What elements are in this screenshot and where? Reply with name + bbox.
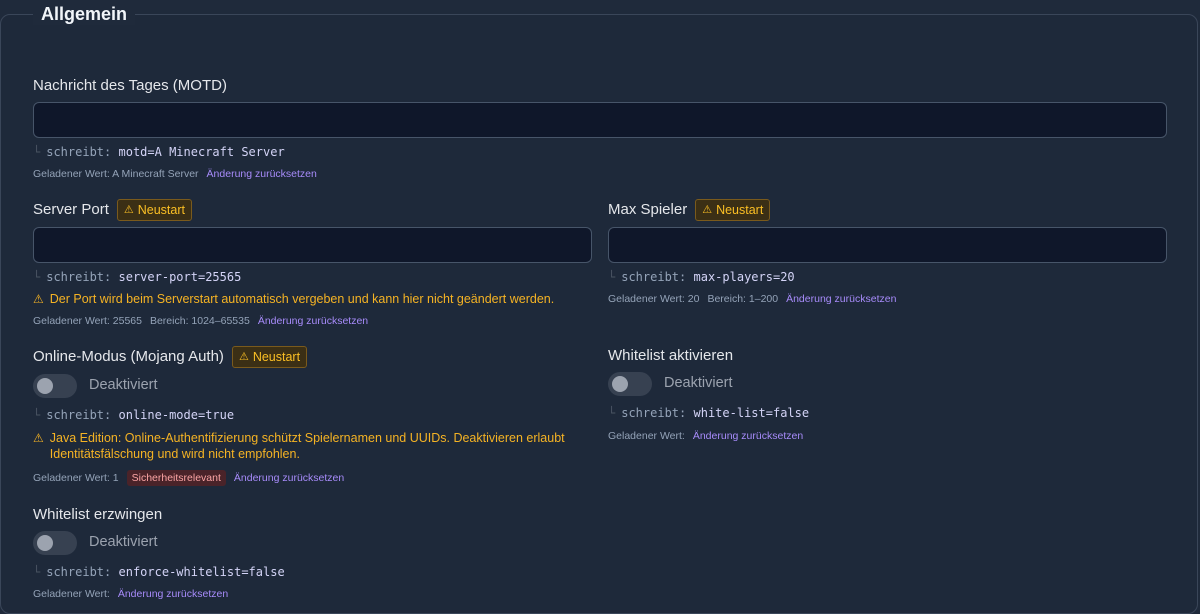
max-players-label: Max Spieler ⚠ Neustart [608, 199, 771, 221]
writes-prefix: schreibt: [621, 406, 687, 420]
enforce-whitelist-meta: Geladener Wert: Änderung zurücksetzen [33, 588, 228, 600]
online-mode-writes: └ schreibt: online-mode=true [33, 408, 235, 422]
enforce-whitelist-toggle[interactable] [33, 531, 77, 555]
range-value: Bereich: 1024–65535 [149, 315, 250, 327]
security-badge: Sicherheitsrelevant [126, 470, 226, 486]
server-port-label: Server Port ⚠ Neustart [33, 199, 192, 221]
enforce-whitelist-writes: └ schreibt: enforce-whitelist=false [33, 565, 285, 579]
whitelist-meta: Geladener Wert: Änderung zurücksetzen [608, 430, 803, 442]
writes-key: enforce-whitelist=false [118, 565, 285, 579]
warning-text: Der Port wird beim Serverstart automatis… [49, 292, 555, 306]
online-mode-label-text: Online-Modus (Mojang Auth) [33, 348, 224, 365]
warning-icon: ⚠ [123, 204, 134, 216]
online-mode-toggle[interactable] [33, 374, 77, 398]
toggle-knob [37, 535, 53, 551]
server-port-input[interactable] [33, 227, 592, 263]
enforce-whitelist-label-text: Whitelist erzwingen [33, 506, 163, 523]
loaded-value: Geladener Wert: [33, 588, 110, 600]
reset-change-link[interactable]: Änderung zurücksetzen [786, 293, 896, 305]
motd-input[interactable] [33, 102, 1167, 138]
max-players-writes: └ schreibt: max-players=20 [608, 270, 795, 284]
max-players-input[interactable] [608, 227, 1167, 263]
online-mode-label: Online-Modus (Mojang Auth) ⚠ Neustart [33, 346, 308, 368]
reset-change-link[interactable]: Änderung zurücksetzen [118, 588, 228, 600]
writes-key: max-players=20 [693, 270, 795, 284]
online-mode-warning: ⚠ Java Edition: Online-Authentifizierung… [33, 430, 593, 462]
motd-writes: └ schreibt: motd=A Minecraft Server [33, 145, 285, 159]
warning-icon: ⚠ [702, 204, 713, 216]
writes-prefix: schreibt: [46, 145, 112, 159]
server-port-warning: ⚠ Der Port wird beim Serverstart automat… [33, 291, 593, 307]
loaded-value: Geladener Wert: 1 [33, 472, 119, 484]
reset-change-link[interactable]: Änderung zurücksetzen [258, 315, 368, 327]
loaded-value: Geladener Wert: 20 [608, 293, 700, 305]
whitelist-writes: └ schreibt: white-list=false [608, 406, 810, 420]
whitelist-label: Whitelist aktivieren [608, 346, 733, 366]
server-port-label-text: Server Port [33, 201, 109, 218]
writes-prefix: schreibt: [46, 270, 112, 284]
toggle-knob [612, 376, 628, 392]
writes-prefix: schreibt: [46, 408, 112, 422]
reset-change-link[interactable]: Änderung zurücksetzen [207, 168, 317, 180]
max-players-meta: Geladener Wert: 20 Bereich: 1–200 Änderu… [608, 293, 896, 305]
writes-key: server-port=25565 [118, 270, 242, 284]
motd-label: Nachricht des Tages (MOTD) [33, 76, 227, 96]
restart-badge-text: Neustart [716, 203, 764, 217]
warning-icon: ⚠ [238, 351, 249, 363]
writes-key: online-mode=true [118, 408, 235, 422]
enforce-whitelist-label: Whitelist erzwingen [33, 505, 162, 525]
warning-icon: ⚠ [33, 292, 44, 306]
restart-badge: ⚠ Neustart [231, 346, 308, 368]
writes-key: white-list=false [693, 406, 810, 420]
writes-prefix: schreibt: [621, 270, 687, 284]
server-port-meta: Geladener Wert: 25565 Bereich: 1024–6553… [33, 315, 368, 327]
motd-meta: Geladener Wert: A Minecraft Server Änder… [33, 168, 317, 180]
loaded-value: Geladener Wert: [608, 430, 685, 442]
restart-badge: ⚠ Neustart [695, 199, 771, 221]
online-mode-meta: Geladener Wert: 1 Sicherheitsrelevant Än… [33, 470, 344, 486]
warning-icon: ⚠ [33, 431, 44, 445]
section-title: Allgemein [33, 3, 136, 25]
loaded-value: Geladener Wert: A Minecraft Server [33, 168, 199, 180]
restart-badge-text: Neustart [137, 203, 185, 217]
writes-prefix: schreibt: [46, 565, 112, 579]
warning-text: Java Edition: Online-Authentifizierung s… [49, 431, 565, 461]
range-value: Bereich: 1–200 [707, 293, 779, 305]
loaded-value: Geladener Wert: 25565 [33, 315, 142, 327]
motd-label-text: Nachricht des Tages (MOTD) [33, 77, 227, 94]
restart-badge: ⚠ Neustart [116, 199, 192, 221]
reset-change-link[interactable]: Änderung zurücksetzen [693, 430, 803, 442]
whitelist-label-text: Whitelist aktivieren [608, 347, 734, 364]
max-players-label-text: Max Spieler [608, 201, 688, 218]
server-port-writes: └ schreibt: server-port=25565 [33, 270, 242, 284]
restart-badge-text: Neustart [252, 350, 301, 364]
writes-key: motd=A Minecraft Server [118, 145, 285, 159]
enforce-whitelist-toggle-label: Deaktiviert [89, 534, 158, 550]
whitelist-toggle-label: Deaktiviert [664, 375, 733, 391]
reset-change-link[interactable]: Änderung zurücksetzen [234, 472, 344, 484]
whitelist-toggle[interactable] [608, 372, 652, 396]
online-mode-toggle-label: Deaktiviert [89, 377, 158, 393]
toggle-knob [37, 378, 53, 394]
